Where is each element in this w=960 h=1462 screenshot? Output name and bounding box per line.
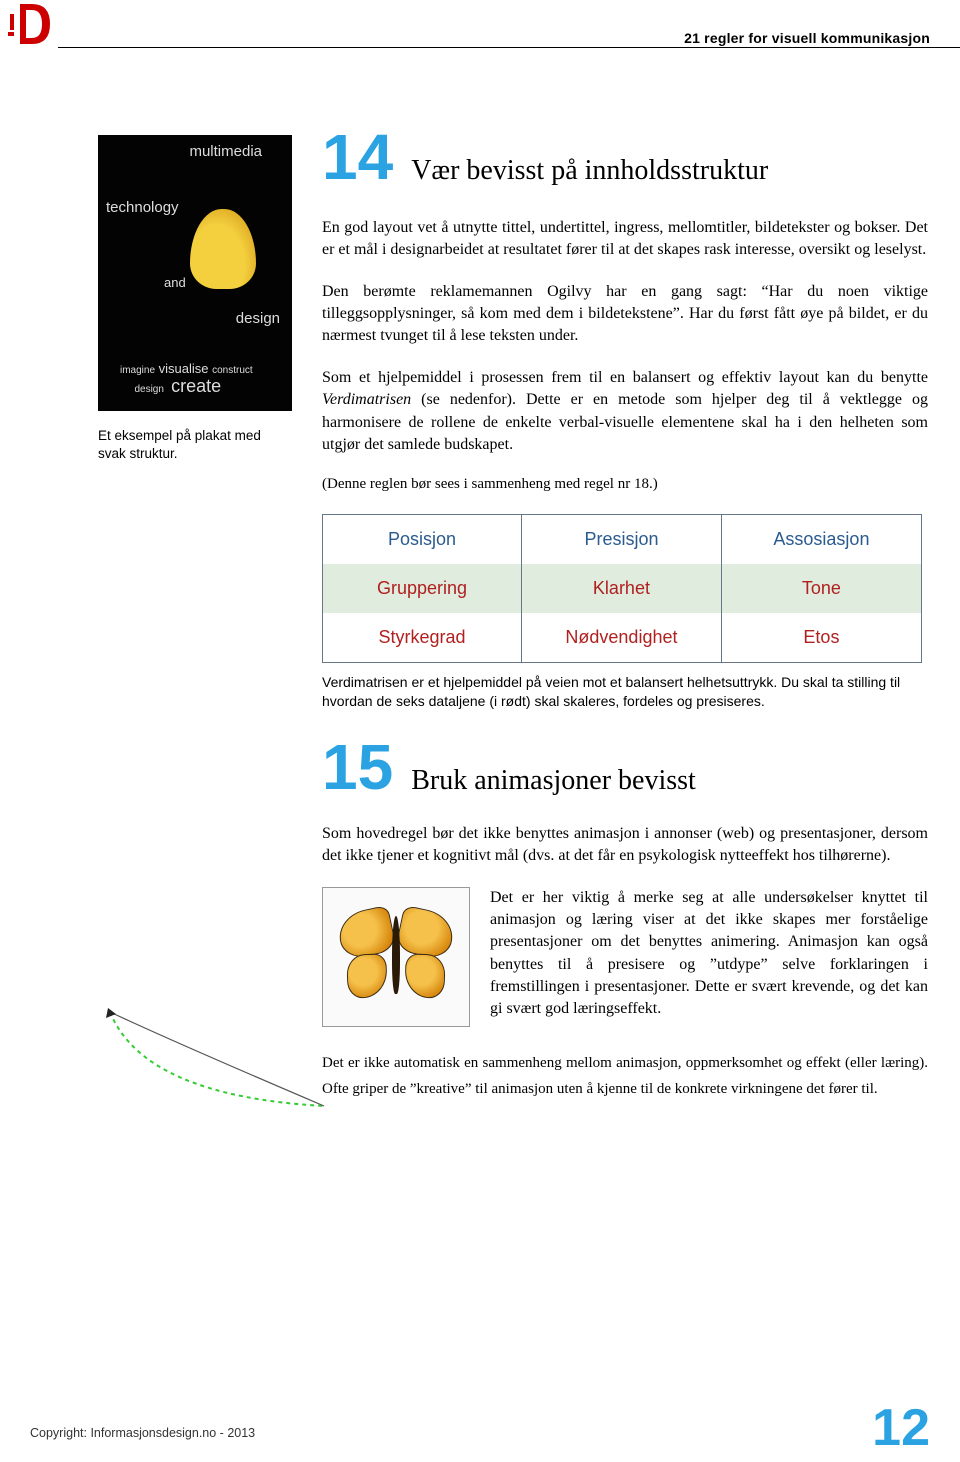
butterfly-wing-icon (404, 954, 446, 999)
matrix-cell: Presisjon (522, 514, 722, 564)
thumb-word: design (236, 310, 280, 327)
header-divider (58, 47, 960, 48)
copyright-footer: Copyright: Informasjonsdesign.no - 2013 (30, 1426, 255, 1440)
matrix-cell: Styrkegrad (322, 613, 522, 663)
matrix-cell: Nødvendighet (522, 613, 722, 663)
matrix-cell: Gruppering (322, 564, 522, 613)
thumb-bottom: imagine visualise construct design creat… (120, 361, 253, 397)
paragraph-small: Det er ikke automatisk en sammenheng mel… (322, 1051, 928, 1102)
poster-thumbnail: multimedia technology and design imagine… (98, 135, 292, 411)
butterfly-illustration (322, 887, 470, 1027)
site-logo-icon (4, 0, 54, 46)
page-number: 12 (872, 1398, 930, 1458)
butterfly-wing-icon (395, 905, 457, 961)
matrix-caption: Verdimatrisen er et hjelpemiddel på veie… (322, 673, 928, 711)
header-tagline: 21 regler for visuell kommunikasjon (684, 30, 930, 46)
paragraph: Det er her viktig å merke seg at alle un… (490, 887, 928, 1019)
rule-title: Vær bevisst på innholdsstruktur (411, 155, 768, 187)
matrix-cell: Tone (722, 564, 922, 613)
matrix-cell: Assosiasjon (722, 514, 922, 564)
main-content: multimedia technology and design imagine… (98, 135, 928, 1102)
pear-icon (190, 209, 256, 289)
paragraph: Som hovedregel bør det ikke benyttes ani… (322, 823, 928, 867)
thumb-word: technology (106, 199, 179, 216)
matrix-cell: Posisjon (322, 514, 522, 564)
rule-number: 14 (322, 125, 393, 189)
rule-15-block: 15 Bruk animasjoner bevisst Som hovedreg… (322, 735, 928, 1102)
thumbnail-caption: Et eksempel på plakat med svak struktur. (98, 427, 292, 463)
thumb-word: multimedia (189, 143, 262, 160)
butterfly-body-icon (392, 916, 400, 994)
matrix-cell: Etos (722, 613, 922, 663)
side-column: multimedia technology and design imagine… (98, 135, 292, 745)
thumb-word: and (164, 275, 186, 290)
value-matrix-table: Posisjon Presisjon Assosiasjon Grupperin… (322, 514, 922, 663)
paragraph-note: (Denne reglen bør sees i sammenheng med … (322, 474, 928, 495)
rule-title: Bruk animasjoner bevisst (411, 765, 696, 797)
paragraph: Som et hjelpemiddel i prosessen frem til… (322, 367, 928, 455)
rule-number: 15 (322, 735, 393, 799)
paragraph: En god layout vet å utnytte tittel, unde… (322, 217, 928, 261)
matrix-cell: Klarhet (522, 564, 722, 613)
paragraph: Den berømte reklamemannen Ogilvy har en … (322, 281, 928, 347)
page-header: 21 regler for visuell kommunikasjon (0, 0, 960, 65)
butterfly-wing-icon (346, 954, 388, 999)
rule-14-block: 14 Vær bevisst på innholdsstruktur En go… (322, 135, 928, 745)
